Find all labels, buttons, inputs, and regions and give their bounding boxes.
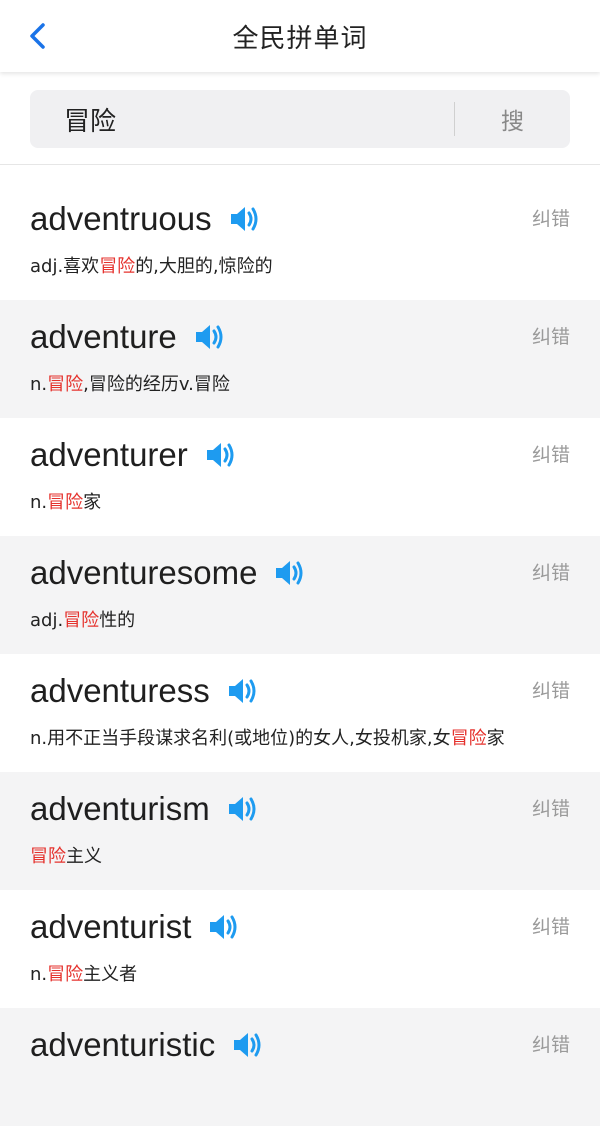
speaker-icon[interactable]	[228, 202, 262, 236]
back-button[interactable]	[18, 16, 58, 56]
word-text: adventuresome	[30, 554, 258, 591]
list-item[interactable]: adventuristic 纠错	[0, 1008, 600, 1126]
meaning-text: adj.冒险性的	[30, 610, 136, 631]
list-item[interactable]: adventuress n.用不正当手段谋求名利(或地位)的女人,女投机家,女冒…	[0, 654, 600, 772]
highlight-text: 冒险	[47, 374, 84, 395]
chevron-left-icon	[30, 23, 45, 49]
word-text: adventruous	[30, 200, 212, 237]
report-error-button[interactable]: 纠错	[532, 912, 570, 939]
speaker-icon[interactable]	[226, 792, 260, 826]
speaker-icon[interactable]	[273, 556, 307, 590]
speaker-icon[interactable]	[226, 674, 260, 708]
word-text: adventurist	[30, 908, 192, 945]
word-text: adventuress	[30, 672, 210, 709]
list-item[interactable]: adventuresome adj.冒险性的 纠错	[0, 536, 600, 654]
word-text: adventuristic	[30, 1026, 216, 1063]
report-error-button[interactable]: 纠错	[532, 558, 570, 585]
meaning-text: n.冒险主义者	[30, 964, 138, 985]
report-error-button[interactable]: 纠错	[532, 322, 570, 349]
highlight-text: 冒险	[99, 256, 136, 277]
word-text: adventurism	[30, 790, 210, 827]
list-item[interactable]: adventurism 冒险主义 纠错	[0, 772, 600, 890]
report-error-button[interactable]: 纠错	[532, 1030, 570, 1057]
top-bar: 全民拼单词	[0, 0, 600, 72]
speaker-icon[interactable]	[207, 910, 241, 944]
highlight-text: 冒险	[47, 964, 84, 985]
meaning-text: 冒险主义	[30, 846, 102, 867]
word-text: adventurer	[30, 436, 188, 473]
highlight-text: 冒险	[450, 728, 487, 749]
speaker-icon[interactable]	[231, 1028, 265, 1062]
page-title: 全民拼单词	[232, 23, 368, 54]
search-box: 搜	[30, 90, 570, 148]
list-item[interactable]: adventurist n.冒险主义者 纠错	[0, 890, 600, 1008]
meaning-text: adj.喜欢冒险的,大胆的,惊险的	[30, 256, 273, 277]
word-text: adventure	[30, 318, 177, 355]
speaker-icon[interactable]	[193, 320, 227, 354]
list-item[interactable]: adventure n.冒险,冒险的经历v.冒险 纠错	[0, 300, 600, 418]
meaning-text: n.冒险家	[30, 492, 102, 513]
highlight-text: 冒险	[30, 846, 66, 867]
meaning-text: n.冒险,冒险的经历v.冒险	[30, 374, 230, 395]
report-error-button[interactable]: 纠错	[532, 794, 570, 821]
result-list: adventruous adj.喜欢冒险的,大胆的,惊险的 纠错 adventu…	[0, 182, 600, 1126]
highlight-text: 冒险	[63, 610, 100, 631]
search-button[interactable]: 搜	[455, 90, 570, 148]
speaker-icon[interactable]	[204, 438, 238, 472]
meaning-text: n.用不正当手段谋求名利(或地位)的女人,女投机家,女冒险家	[30, 728, 505, 749]
highlight-text: 冒险	[47, 492, 84, 513]
search-input[interactable]	[64, 90, 444, 148]
list-item[interactable]: adventruous adj.喜欢冒险的,大胆的,惊险的 纠错	[0, 182, 600, 300]
report-error-button[interactable]: 纠错	[532, 676, 570, 703]
report-error-button[interactable]: 纠错	[532, 204, 570, 231]
report-error-button[interactable]: 纠错	[532, 440, 570, 467]
search-area: 搜	[0, 72, 600, 165]
list-item[interactable]: adventurer n.冒险家 纠错	[0, 418, 600, 536]
